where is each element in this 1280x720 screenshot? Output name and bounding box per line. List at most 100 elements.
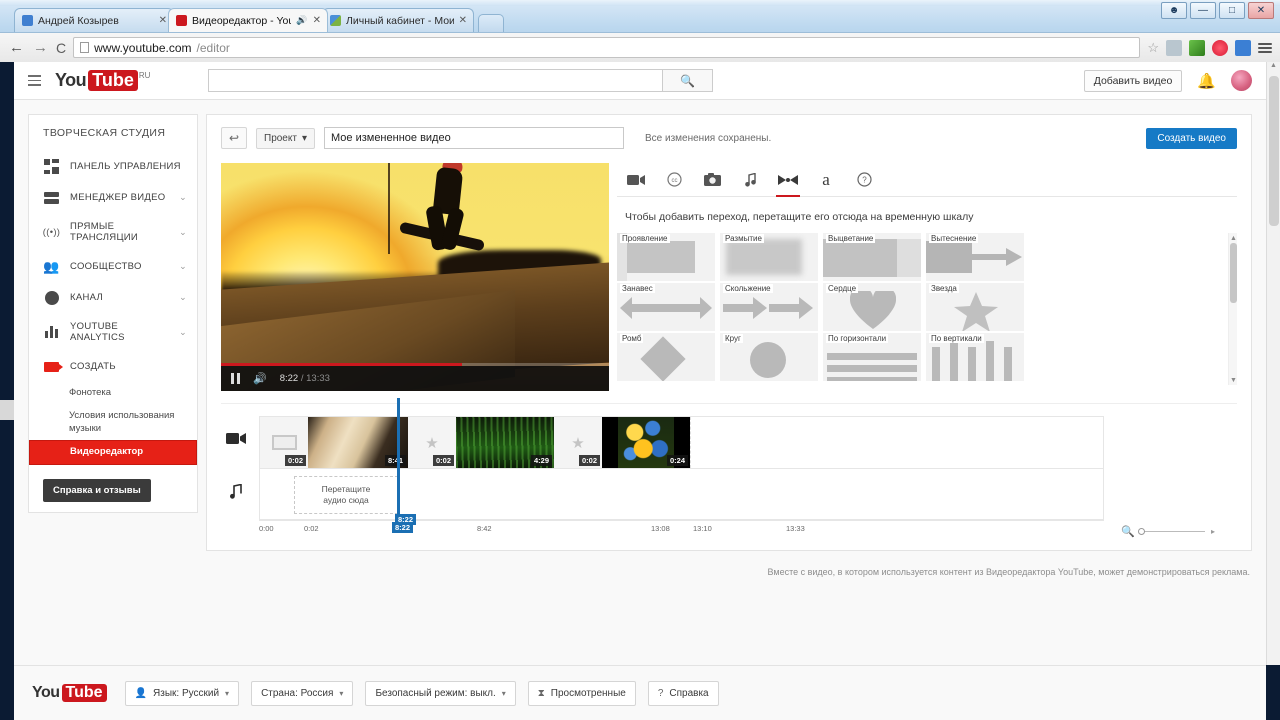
zoom-slider-knob[interactable] — [1137, 528, 1145, 535]
transition-item[interactable]: Проявление — [617, 233, 715, 281]
transition-item[interactable]: Выцветание — [823, 233, 921, 281]
timeline-clip[interactable]: 0:02 — [260, 417, 308, 468]
timeline-clip[interactable]: ★ 0:02 — [554, 417, 602, 468]
pause-icon[interactable] — [231, 373, 240, 384]
user-avatar[interactable] — [1231, 70, 1252, 91]
tab-help[interactable]: ? — [845, 163, 883, 196]
timeline-clip[interactable]: 8:41 — [308, 417, 408, 468]
chevron-down-icon[interactable]: ⌄ — [179, 227, 187, 238]
transition-item[interactable]: Сердце — [823, 283, 921, 331]
sidebar-item-video-manager[interactable]: МЕНЕДЖЕР ВИДЕО ⌄ — [29, 182, 197, 213]
extension-cart-icon[interactable] — [1235, 39, 1251, 56]
back-button[interactable]: ↩ — [221, 127, 247, 149]
extension-screenshot-icon[interactable] — [1166, 39, 1182, 56]
tab-my-videos[interactable] — [617, 163, 655, 196]
bookmark-star-icon[interactable]: ☆ — [1147, 40, 1159, 56]
create-video-button[interactable]: Создать видео — [1146, 127, 1237, 149]
footer-logo[interactable]: You Tube — [32, 684, 107, 702]
sidebar-item-analytics[interactable]: YOUTUBE ANALYTICS ⌄ — [29, 313, 197, 351]
transitions-scrollbar[interactable]: ▲ ▼ — [1228, 233, 1237, 385]
tab-text[interactable]: a — [807, 163, 845, 196]
tab-audio[interactable] — [731, 163, 769, 196]
project-select[interactable]: Проект ▾ — [256, 127, 315, 149]
youtube-logo[interactable]: You Tube RU — [55, 70, 150, 91]
audio-track[interactable]: Перетащите аудио сюда — [259, 468, 1104, 520]
video-track[interactable]: 0:02 8:41 ★ 0:02 4:29 ★ 0:02 0:24 — [259, 416, 1104, 468]
timeline-clip[interactable]: ★ 0:02 — [408, 417, 456, 468]
video-preview-player[interactable]: 🔊 8:22 / 13:33 — [221, 163, 609, 391]
ruler-tick: 0:00 — [259, 524, 274, 533]
audio-drop-zone[interactable]: Перетащите аудио сюда — [294, 476, 398, 514]
chevron-down-icon[interactable]: ⌄ — [179, 261, 187, 272]
sidebar-item-live-streaming[interactable]: ((•)) ПРЯМЫЕ ТРАНСЛЯЦИИ ⌄ — [29, 213, 197, 251]
transition-item[interactable]: Вытеснение — [926, 233, 1024, 281]
page-scrollbar-thumb[interactable] — [1269, 76, 1279, 226]
zoom-slider[interactable] — [1137, 528, 1205, 535]
scroll-up-icon[interactable]: ▲ — [1229, 233, 1237, 243]
chevron-down-icon[interactable]: ⌄ — [179, 192, 187, 203]
timeline-clip[interactable]: 0:24 — [602, 417, 690, 468]
browser-menu-icon[interactable] — [1258, 42, 1272, 53]
scroll-down-icon[interactable]: ▼ — [1229, 375, 1237, 385]
transition-item[interactable]: Круг — [720, 333, 818, 381]
magnifier-icon[interactable]: 🔍 — [1121, 525, 1135, 538]
extension-download-icon[interactable] — [1189, 39, 1205, 56]
timeline-empty-area[interactable] — [690, 417, 1103, 468]
address-bar[interactable]: www.youtube.com/editor — [73, 37, 1141, 58]
search-button[interactable]: 🔍 — [662, 69, 714, 92]
tab-photos[interactable] — [693, 163, 731, 196]
footer-language-button[interactable]: 👤 Язык: Русский ▾ — [124, 680, 240, 706]
scrollbar-thumb[interactable] — [1230, 243, 1237, 303]
volume-icon[interactable]: 🔊 — [253, 372, 267, 385]
tab-transitions[interactable] — [769, 163, 807, 197]
sidebar-subitem-audio-library[interactable]: Фонотека — [29, 382, 197, 405]
transition-item[interactable]: Размытие — [720, 233, 818, 281]
project-name-input[interactable] — [323, 127, 624, 149]
forward-icon[interactable]: → — [32, 39, 49, 56]
tab-close-icon[interactable]: ✕ — [313, 15, 321, 26]
tab-close-icon[interactable]: ✕ — [159, 15, 167, 26]
tab-audio-icon[interactable]: 🔊 — [296, 15, 307, 26]
sidebar-subitem-video-editor[interactable]: Видеоредактор — [29, 440, 197, 466]
transition-item[interactable]: Звезда — [926, 283, 1024, 331]
sidebar-item-dashboard[interactable]: ПАНЕЛЬ УПРАВЛЕНИЯ — [29, 151, 197, 182]
transition-item[interactable]: Ромб — [617, 333, 715, 381]
browser-tab-1[interactable]: Андрей Козырев ✕ — [14, 8, 174, 32]
sidebar-subitem-music-policies[interactable]: Условия использования музыки — [29, 405, 197, 441]
tab-creative-commons[interactable]: cc — [655, 163, 693, 196]
footer-country-button[interactable]: Страна: Россия ▾ — [251, 680, 354, 706]
browser-tab-2[interactable]: Видеоредактор - You 🔊 ✕ — [168, 8, 328, 32]
transition-item[interactable]: По вертикали — [926, 333, 1024, 381]
page-scroll-up-icon[interactable]: ▲ — [1267, 62, 1280, 69]
timeline-clip[interactable]: 4:29 — [456, 417, 554, 468]
transition-item[interactable]: Занавес — [617, 283, 715, 331]
footer-safe-mode-button[interactable]: Безопасный режим: выкл. ▾ — [365, 680, 516, 706]
sidebar-item-create[interactable]: СОЗДАТЬ — [29, 351, 197, 382]
guide-menu-icon[interactable] — [28, 75, 41, 86]
circle-icon — [750, 342, 786, 378]
new-tab-button[interactable] — [478, 14, 504, 32]
extension-favorites-icon[interactable] — [1212, 39, 1228, 56]
back-icon[interactable]: ← — [8, 39, 25, 56]
footer-help-button[interactable]: ? Справка — [647, 680, 719, 706]
sidebar-item-channel[interactable]: КАНАЛ ⌄ — [29, 282, 197, 313]
upload-video-button[interactable]: Добавить видео — [1083, 69, 1183, 92]
timeline-zoom-control[interactable]: 🔍 ▸ — [1121, 525, 1215, 538]
browser-tab-3[interactable]: Личный кабинет - Мои ✕ — [322, 8, 474, 32]
page-scrollbar[interactable]: ▲ — [1266, 62, 1280, 665]
transitions-grid: Проявление Размытие Выцветание Вытеснени… — [617, 233, 1237, 381]
timeline-playhead[interactable]: 8:22 — [395, 398, 417, 525]
help-feedback-button[interactable]: Справка и отзывы — [43, 479, 151, 503]
reload-icon[interactable]: C — [56, 40, 66, 56]
chevron-down-icon[interactable]: ⌄ — [179, 292, 187, 303]
timeline-ruler[interactable]: 0:00 0:02 8:42 13:08 13:10 13:33 8:22 — [259, 520, 1104, 536]
footer-history-button[interactable]: ⧗ Просмотренные — [527, 680, 636, 706]
search-input[interactable] — [208, 69, 663, 92]
sidebar-item-community[interactable]: 👥 СООБЩЕСТВО ⌄ — [29, 251, 197, 282]
tab-close-icon[interactable]: ✕ — [459, 15, 467, 26]
page-info-icon[interactable] — [80, 42, 90, 53]
chevron-down-icon[interactable]: ⌄ — [179, 327, 187, 338]
notifications-bell-icon[interactable]: 🔔 — [1197, 72, 1216, 90]
transition-item[interactable]: По горизонтали — [823, 333, 921, 381]
transition-item[interactable]: Скольжение — [720, 283, 818, 331]
